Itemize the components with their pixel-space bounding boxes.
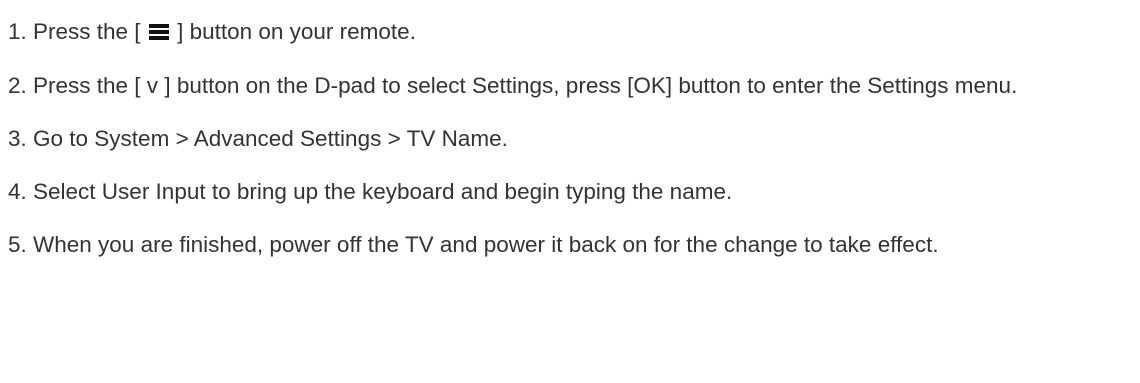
step-2: 2. Press the [ v ] button on the D-pad t…: [8, 73, 1018, 98]
menu-icon: [148, 15, 169, 51]
step-1-text-start: 1. Press the [: [8, 19, 147, 44]
step-1-text-end: ] button on your remote.: [170, 19, 416, 44]
step-5: 5. When you are finished, power off the …: [8, 232, 939, 257]
instruction-list: 1. Press the [ ] button on your remote. …: [0, 0, 1133, 263]
step-4: 4. Select User Input to bring up the key…: [8, 179, 733, 204]
step-1: 1. Press the [ ] button on your remote.: [8, 14, 1133, 51]
step-3: 3. Go to System > Advanced Settings > TV…: [8, 126, 508, 151]
